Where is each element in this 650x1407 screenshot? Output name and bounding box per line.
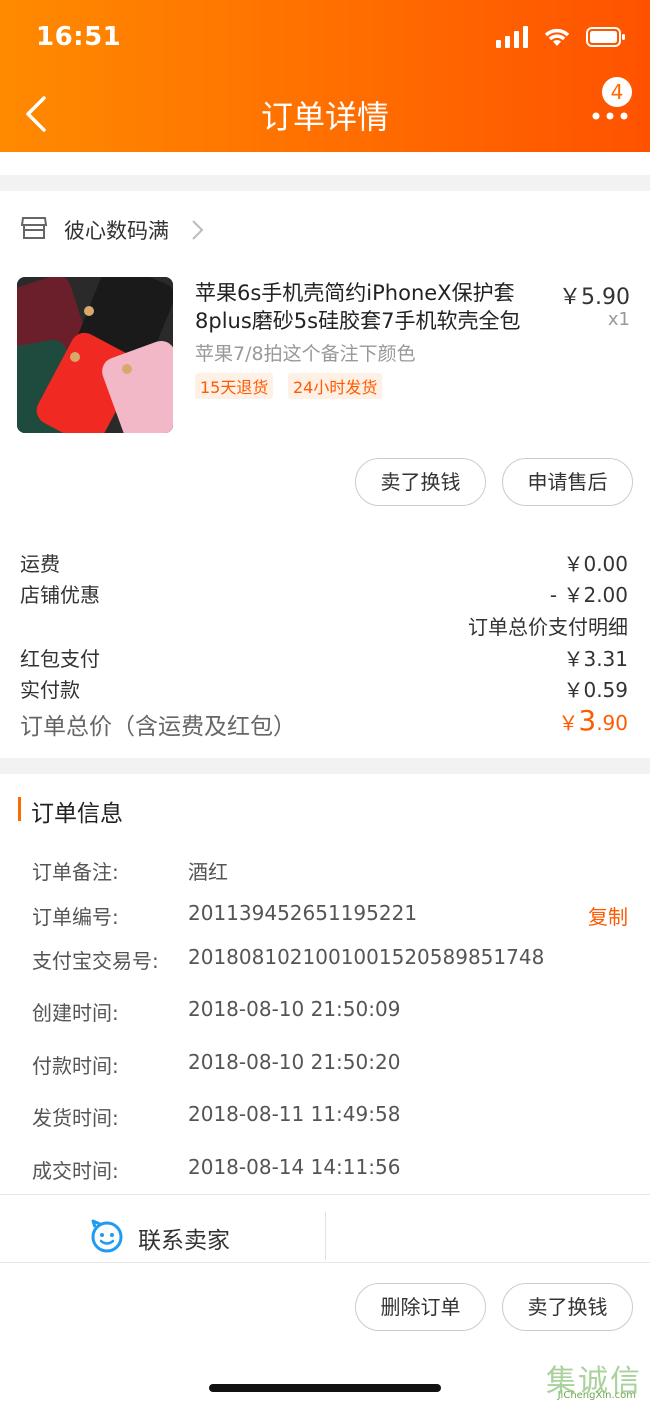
redpacket-label: 红包支付 <box>20 647 100 671</box>
info-value-shipped: 2018-08-11 11:49:58 <box>188 1102 401 1126</box>
discount-value: - ￥2.00 <box>549 583 628 607</box>
info-value-order-no: 201139452651195221 <box>188 901 418 925</box>
signal-icon <box>496 26 528 48</box>
shipping-label: 运费 <box>20 552 60 576</box>
store-icon <box>20 217 48 239</box>
total-value: ￥3.90 <box>558 704 628 737</box>
phone-cases-image <box>17 277 173 433</box>
info-label-alipay-no: 支付宝交易号: <box>32 949 159 973</box>
info-value-created: 2018-08-10 21:50:09 <box>188 997 401 1021</box>
header-bar: 16:51 订单详情 4 <box>0 0 650 152</box>
shop-name: 彼心数码满 <box>64 219 169 243</box>
info-label-remark: 订单备注: <box>32 860 119 884</box>
total-currency: ￥ <box>558 711 579 735</box>
info-value-completed: 2018-08-14 14:11:56 <box>188 1155 401 1179</box>
delete-order-button[interactable]: 删除订单 <box>355 1283 486 1331</box>
battery-icon <box>586 27 625 47</box>
copy-order-no-button[interactable]: 复制 <box>588 901 628 930</box>
tag-shipping: 24小时发货 <box>288 373 383 399</box>
info-value-alipay-no: 2018081021001001520589851748 <box>188 945 545 969</box>
status-icons <box>496 26 626 48</box>
watermark-url: JiChengXin.com <box>557 1390 636 1401</box>
payment-detail-link[interactable]: 订单总价支付明细 <box>468 611 628 640</box>
info-label-created: 创建时间: <box>32 1001 119 1025</box>
tag-return: 15天退货 <box>195 373 274 399</box>
page-title: 订单详情 <box>260 98 389 136</box>
order-info-title: 订单信息 <box>31 801 123 827</box>
total-decimal: .90 <box>596 711 628 735</box>
after-sale-button[interactable]: 申请售后 <box>502 458 633 506</box>
chat-face-icon[interactable] <box>90 1218 124 1254</box>
shipping-value: ￥0.00 <box>563 552 628 576</box>
info-label-shipped: 发货时间: <box>32 1106 119 1130</box>
section-accent-bar <box>18 797 21 821</box>
message-count-badge: 4 <box>602 77 632 107</box>
product-sku-note: 苹果7/8拍这个备注下颜色 <box>195 343 416 365</box>
status-time: 16:51 <box>36 22 122 52</box>
paid-label: 实付款 <box>20 678 80 702</box>
info-value-paid: 2018-08-10 21:50:20 <box>188 1050 401 1074</box>
shop-row[interactable]: 彼心数码满 <box>0 205 650 255</box>
vertical-divider <box>325 1212 326 1260</box>
info-value-remark: 酒红 <box>188 860 228 884</box>
location-arrow-icon <box>0 28 2 48</box>
sell-for-cash-bottom-button[interactable]: 卖了换钱 <box>502 1283 633 1331</box>
divider <box>0 1194 650 1195</box>
wifi-icon <box>544 28 570 46</box>
sell-for-cash-button[interactable]: 卖了换钱 <box>355 458 486 506</box>
total-label: 订单总价（含运费及红包） <box>20 714 296 740</box>
divider <box>0 1262 650 1263</box>
product-price: ￥5.90 <box>559 285 630 310</box>
home-indicator <box>209 1384 441 1392</box>
section-gap <box>0 175 650 191</box>
section-gap <box>0 758 650 774</box>
contact-seller-button[interactable]: 联系卖家 <box>138 1221 230 1255</box>
chevron-right-icon <box>192 220 204 240</box>
redpacket-value: ￥3.31 <box>563 647 628 671</box>
info-label-order-no: 订单编号: <box>32 905 119 929</box>
total-integer: 3 <box>578 704 597 737</box>
discount-label: 店铺优惠 <box>20 583 100 607</box>
product-quantity: x1 <box>607 309 630 330</box>
product-title[interactable]: 苹果6s手机壳简约iPhoneX保护套8plus磨砂5s硅胶套7手机软壳全包 <box>195 279 550 335</box>
paid-value: ￥0.59 <box>563 678 628 702</box>
info-label-paid: 付款时间: <box>32 1054 119 1078</box>
product-thumbnail[interactable] <box>17 277 173 433</box>
info-label-completed: 成交时间: <box>32 1159 119 1183</box>
